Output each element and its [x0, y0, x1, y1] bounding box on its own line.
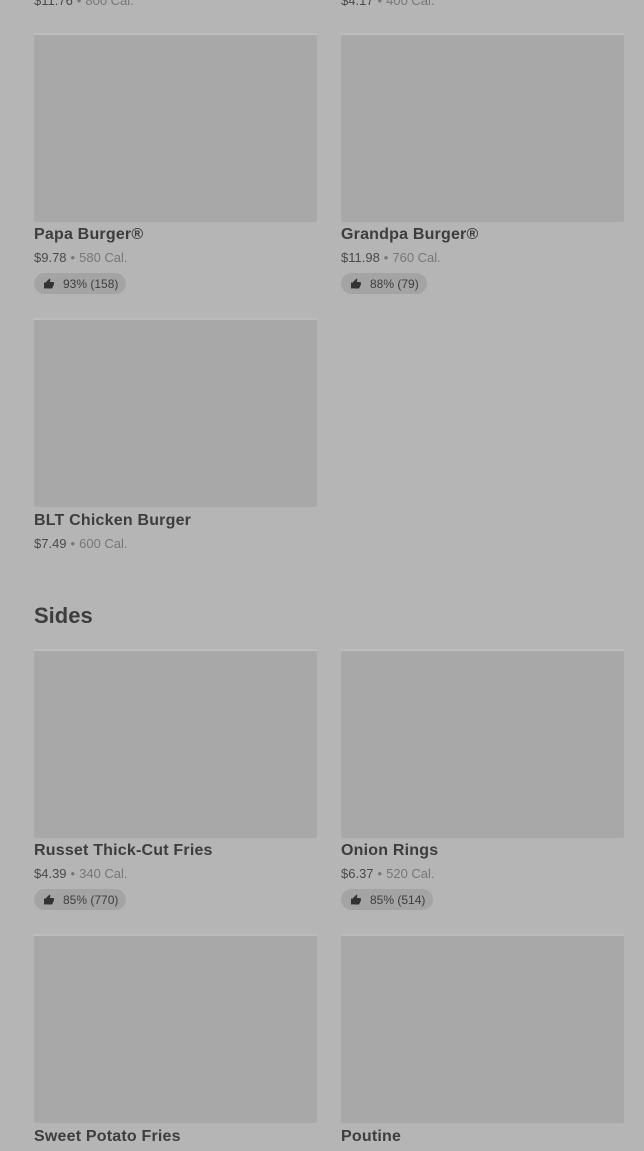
rating-badge: 93% (158)	[34, 273, 127, 294]
separator-dot: •	[70, 866, 76, 881]
item-calories: 760 Cal.	[392, 250, 441, 265]
rating-text: 88% (79)	[370, 276, 419, 291]
item-name[interactable]: Grandpa Burger®	[341, 226, 478, 244]
rating-text: 85% (514)	[370, 892, 426, 907]
thumbs-up-icon	[44, 894, 54, 904]
item-price: $11.76	[34, 0, 73, 8]
item-name[interactable]: Papa Burger®	[34, 226, 143, 244]
rating-text: 93% (158)	[63, 276, 119, 291]
item-name[interactable]: Onion Rings	[341, 842, 438, 860]
menu-item-meta: $9.78 • 580 Cal.	[34, 250, 128, 265]
section-heading-sides: Sides	[34, 603, 93, 628]
item-price: $11.98	[341, 250, 380, 265]
item-image[interactable]	[34, 651, 317, 838]
menu-item-meta: $11.98 • 760 Cal.	[341, 250, 441, 265]
menu-item-meta: $4.17 • 400 Cal.	[341, 0, 435, 8]
item-image[interactable]	[341, 651, 624, 838]
menu-item-meta: $6.37 • 520 Cal.	[341, 866, 435, 881]
rating-badge: 88% (79)	[341, 273, 427, 294]
item-image[interactable]	[34, 320, 317, 507]
item-name[interactable]: Sweet Potato Fries	[34, 1128, 181, 1146]
item-calories: 340 Cal.	[79, 866, 128, 881]
thumbs-up-icon	[351, 894, 361, 904]
item-price: $4.17	[341, 0, 374, 8]
thumbs-up-icon	[44, 278, 54, 288]
item-image[interactable]	[341, 35, 624, 222]
item-calories: 580 Cal.	[79, 250, 128, 265]
menu-item-meta: $7.49 • 600 Cal.	[34, 536, 128, 551]
menu-item-meta: $4.39 • 340 Cal.	[34, 866, 128, 881]
item-image[interactable]	[341, 936, 624, 1123]
separator-dot: •	[76, 0, 82, 8]
separator-dot: •	[377, 866, 383, 881]
menu-item-meta: $11.76 • 800 Cal.	[34, 0, 134, 8]
item-calories: 400 Cal.	[386, 0, 435, 8]
item-name[interactable]: Russet Thick-Cut Fries	[34, 842, 213, 860]
item-name[interactable]: BLT Chicken Burger	[34, 512, 191, 530]
item-image[interactable]	[34, 35, 317, 222]
item-image[interactable]	[34, 936, 317, 1123]
item-calories: 520 Cal.	[386, 866, 435, 881]
rating-badge: 85% (514)	[341, 889, 434, 910]
item-calories: 600 Cal.	[79, 536, 128, 551]
item-price: $4.39	[34, 866, 67, 881]
rating-badge: 85% (770)	[34, 889, 127, 910]
item-price: $6.37	[341, 866, 374, 881]
separator-dot: •	[383, 250, 389, 265]
separator-dot: •	[70, 536, 76, 551]
item-calories: 800 Cal.	[85, 0, 134, 8]
item-price: $7.49	[34, 536, 67, 551]
item-name[interactable]: Poutine	[341, 1128, 401, 1146]
item-price: $9.78	[34, 250, 67, 265]
separator-dot: •	[70, 250, 76, 265]
thumbs-up-icon	[351, 278, 361, 288]
separator-dot: •	[377, 0, 383, 8]
rating-text: 85% (770)	[63, 892, 119, 907]
